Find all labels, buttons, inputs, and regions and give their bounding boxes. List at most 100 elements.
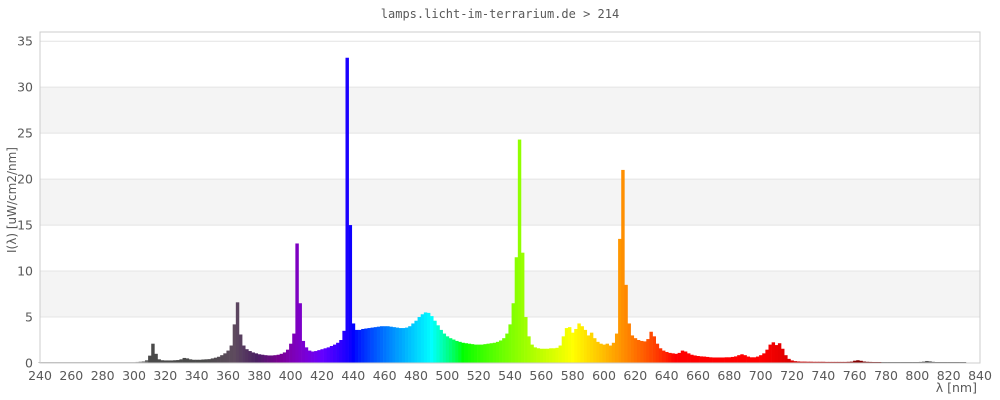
y-tick-label: 10 bbox=[17, 264, 33, 279]
spectrum-bar bbox=[527, 336, 531, 363]
spectrum-bar bbox=[605, 343, 609, 363]
spectrum-bar bbox=[561, 336, 566, 363]
spectrum-bar bbox=[511, 303, 515, 363]
spectrum-bar bbox=[687, 353, 691, 363]
spectrum-bar bbox=[361, 328, 365, 363]
spectrum-bar bbox=[549, 348, 553, 363]
x-tick-label: 720 bbox=[780, 368, 804, 383]
spectrum-bar bbox=[264, 355, 268, 363]
x-tick-label: 600 bbox=[592, 368, 616, 383]
y-tick-label: 15 bbox=[17, 218, 33, 233]
spectrum-bar bbox=[774, 345, 779, 363]
spectrum-bar bbox=[289, 343, 293, 363]
spectrum-chart-figure: lamps.licht-im-terrarium.de > 214 I(λ) [… bbox=[0, 0, 1000, 400]
spectrum-bar bbox=[458, 341, 462, 363]
spectrum-bar bbox=[207, 359, 212, 363]
spectrum-bar bbox=[743, 355, 747, 363]
x-tick-label: 760 bbox=[843, 368, 867, 383]
spectrum-bar bbox=[746, 356, 750, 363]
x-tick-label: 800 bbox=[905, 368, 929, 383]
y-tick-label: 25 bbox=[17, 126, 33, 141]
spectrum-bar bbox=[690, 354, 694, 364]
spectrum-bar bbox=[320, 349, 324, 363]
x-tick-label: 700 bbox=[749, 368, 773, 383]
spectrum-bar bbox=[708, 357, 713, 363]
spectrum-bar bbox=[489, 343, 494, 363]
spectrum-bar bbox=[204, 359, 208, 363]
x-tick-label: 360 bbox=[216, 368, 240, 383]
x-tick-label: 560 bbox=[529, 368, 553, 383]
spectrum-bar bbox=[652, 336, 656, 363]
spectrum-bar bbox=[765, 349, 769, 363]
spectrum-bar bbox=[389, 326, 393, 363]
spectrum-bar bbox=[624, 284, 628, 363]
spectrum-bar bbox=[376, 326, 381, 363]
spectrum-bar bbox=[655, 343, 660, 363]
spectrum-bar bbox=[254, 353, 259, 363]
spectrum-bar bbox=[442, 333, 447, 363]
y-tick-label: 30 bbox=[17, 80, 33, 95]
spectrum-bar bbox=[599, 343, 603, 363]
spectrum-bar bbox=[448, 338, 453, 364]
spectrum-bar bbox=[762, 353, 766, 363]
spectrum-bar bbox=[583, 329, 588, 363]
spectrum-bar bbox=[201, 359, 205, 363]
spectrum-bar bbox=[154, 353, 158, 363]
spectrum-bar bbox=[411, 323, 415, 363]
spectrum-bar bbox=[671, 353, 675, 363]
spectrum-bar bbox=[373, 327, 378, 363]
spectrum-bar bbox=[151, 343, 155, 363]
x-tick-label: 440 bbox=[341, 368, 365, 383]
spectrum-bar bbox=[636, 340, 641, 363]
spectrum-bar bbox=[589, 332, 594, 363]
spectrum-bar bbox=[426, 312, 431, 363]
spectrum-bar bbox=[436, 325, 440, 363]
spectrum-bar bbox=[298, 303, 302, 363]
spectrum-bar bbox=[370, 327, 374, 363]
spectrum-bar bbox=[273, 355, 277, 363]
spectrum-bar bbox=[276, 354, 280, 364]
spectrum-bar bbox=[245, 349, 249, 363]
x-tick-label: 540 bbox=[498, 368, 522, 383]
spectrum-bar bbox=[417, 317, 421, 363]
spectrum-bar bbox=[364, 328, 368, 363]
spectrum-bar bbox=[668, 352, 672, 363]
spectrum-bar bbox=[752, 357, 757, 363]
spectrum-bar bbox=[492, 342, 497, 363]
spectrum-bar bbox=[784, 355, 788, 363]
spectrum-bar bbox=[571, 332, 575, 363]
spectrum-bar bbox=[182, 357, 186, 363]
x-tick-label: 260 bbox=[59, 368, 83, 383]
x-tick-label: 340 bbox=[185, 368, 209, 383]
spectrum-bar bbox=[514, 257, 519, 363]
plot-band bbox=[40, 179, 980, 226]
spectrum-bar bbox=[235, 302, 240, 363]
spectrum-bar bbox=[724, 357, 729, 363]
spectrum-bar bbox=[185, 358, 190, 363]
spectrum-bar bbox=[279, 353, 284, 363]
spectrum-bar bbox=[730, 356, 735, 363]
spectrum-bar bbox=[674, 353, 678, 363]
spectrum-bar bbox=[643, 341, 647, 363]
spectrum-bar bbox=[727, 357, 732, 363]
spectrum-bar bbox=[737, 355, 741, 363]
spectrum-bar bbox=[517, 139, 522, 363]
spectrum-bar bbox=[627, 323, 631, 363]
spectrum-bar bbox=[649, 331, 653, 363]
spectrum-bar bbox=[665, 351, 669, 363]
x-tick-label: 320 bbox=[153, 368, 177, 383]
spectrum-bar bbox=[596, 341, 600, 363]
x-tick-label: 820 bbox=[937, 368, 961, 383]
spectrum-bar bbox=[524, 317, 528, 363]
x-tick-label: 620 bbox=[623, 368, 647, 383]
spectrum-bar bbox=[345, 57, 349, 364]
spectrum-bar bbox=[188, 359, 193, 363]
spectrum-bar bbox=[712, 357, 716, 363]
spectrum-bar bbox=[405, 327, 409, 363]
x-tick-label: 680 bbox=[717, 368, 741, 383]
spectrum-bar bbox=[734, 356, 738, 363]
spectrum-bar bbox=[251, 352, 255, 363]
spectrum-bar bbox=[232, 324, 237, 363]
spectrum-bar bbox=[677, 352, 682, 363]
spectrum-bar bbox=[433, 320, 437, 363]
